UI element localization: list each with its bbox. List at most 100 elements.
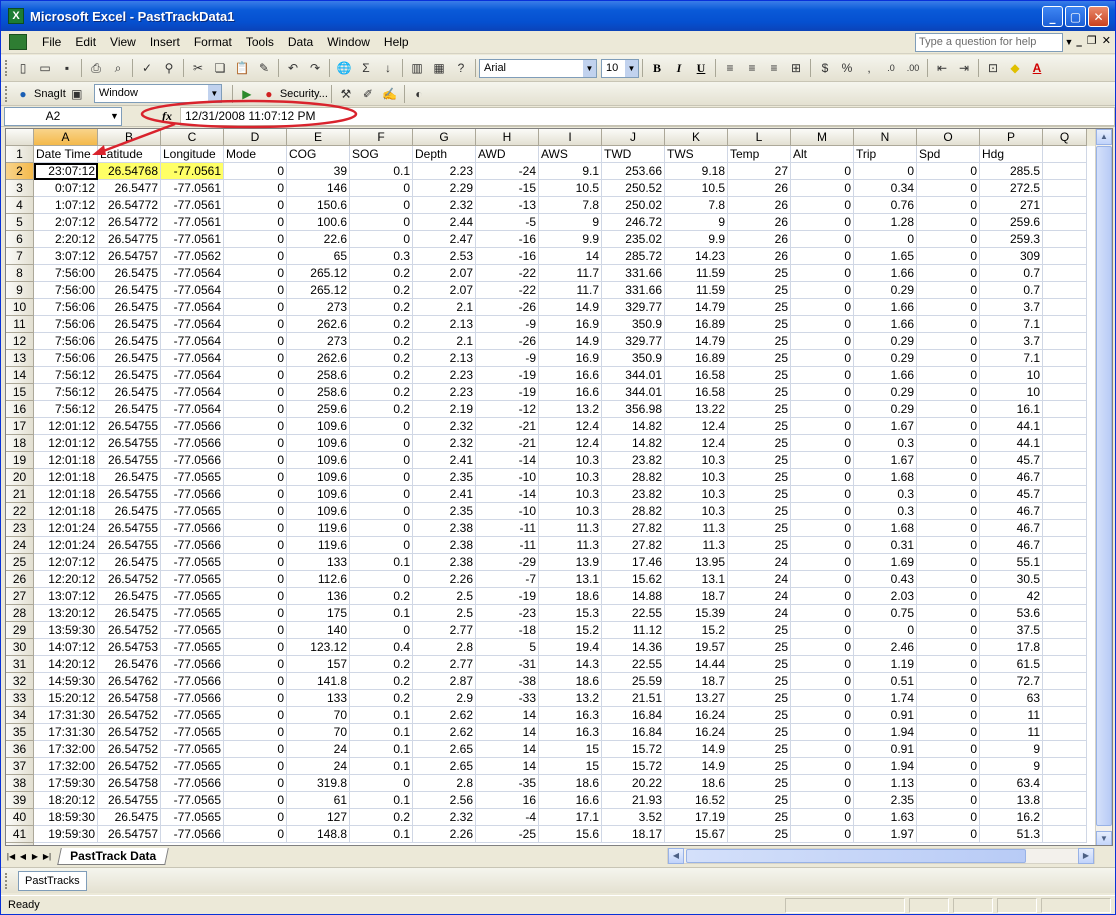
cell[interactable]: 331.66 [602,282,665,299]
cell[interactable]: 26.5475 [98,299,161,316]
cell[interactable]: -77.0566 [161,775,224,792]
cell[interactable]: 20.22 [602,775,665,792]
cell[interactable]: -77.0564 [161,401,224,418]
cell[interactable]: 26.54757 [98,826,161,843]
cell[interactable]: 0 [917,639,980,656]
cell[interactable]: 2.38 [413,554,476,571]
cell[interactable]: 25 [728,758,791,775]
copy-icon[interactable]: ❏ [209,58,231,78]
cell[interactable]: 175 [287,605,350,622]
cell[interactable]: 344.01 [602,384,665,401]
cell[interactable]: 0.1 [350,163,413,180]
cell[interactable]: 26.54755 [98,537,161,554]
cell[interactable]: 0 [791,350,854,367]
cell[interactable]: 14.79 [665,333,728,350]
cell[interactable]: 0 [791,299,854,316]
row-header[interactable]: 24 [6,537,34,554]
cell[interactable]: 25 [728,299,791,316]
cell[interactable]: 9.18 [665,163,728,180]
cell[interactable]: 53.6 [980,605,1043,622]
cell[interactable]: -16 [476,231,539,248]
cell[interactable]: 350.9 [602,316,665,333]
cell[interactable]: 119.6 [287,537,350,554]
cell[interactable]: 0.1 [350,554,413,571]
cell[interactable]: 26 [728,180,791,197]
cell[interactable]: 10.3 [665,503,728,520]
cell[interactable]: 46.7 [980,537,1043,554]
chevron-down-icon[interactable]: ▼ [625,59,638,77]
cell[interactable]: 7:56:06 [34,333,98,350]
cell[interactable]: 0.1 [350,741,413,758]
cell[interactable]: 1.66 [854,367,917,384]
print-preview-icon[interactable]: ⌕ [107,58,129,78]
cell[interactable]: 17.1 [539,809,602,826]
cut-icon[interactable]: ✂ [187,58,209,78]
cell[interactable]: -19 [476,384,539,401]
cell[interactable]: 0 [224,384,287,401]
save-icon[interactable]: ▪ [56,58,78,78]
cell[interactable]: 271 [980,197,1043,214]
cell[interactable]: 27 [728,163,791,180]
vertical-scrollbar[interactable]: ▲ ▼ [1095,129,1112,845]
cell[interactable]: 0.29 [854,282,917,299]
cell[interactable] [1043,452,1087,469]
cell[interactable] [1043,622,1087,639]
cell[interactable]: 0 [917,520,980,537]
cell[interactable]: 0.3 [854,486,917,503]
row-header[interactable]: 6 [6,231,34,248]
cell[interactable] [1043,299,1087,316]
cell[interactable]: 1.66 [854,265,917,282]
cell[interactable]: -19 [476,367,539,384]
cell[interactable]: 63.4 [980,775,1043,792]
row-header[interactable]: 18 [6,435,34,452]
cell[interactable]: 26.5476 [98,656,161,673]
cell[interactable]: -77.0565 [161,469,224,486]
cell[interactable]: 0 [791,282,854,299]
cell[interactable] [1043,571,1087,588]
cell[interactable]: -77.0566 [161,452,224,469]
cell[interactable]: 0 [917,571,980,588]
cell[interactable]: 55.1 [980,554,1043,571]
record-macro-icon[interactable]: ● [258,84,280,104]
cell[interactable]: 25 [728,350,791,367]
cell[interactable]: 0 [854,622,917,639]
cell[interactable]: -77.0561 [161,231,224,248]
cell[interactable]: 2.65 [413,758,476,775]
row-header[interactable]: 27 [6,588,34,605]
cell[interactable]: 0 [224,605,287,622]
cell[interactable]: -77.0565 [161,554,224,571]
cell[interactable]: 7.1 [980,350,1043,367]
cell[interactable]: 0 [917,401,980,418]
cell[interactable]: 7:56:12 [34,367,98,384]
cell[interactable]: 157 [287,656,350,673]
cell[interactable]: 28.82 [602,503,665,520]
cell[interactable]: -77.0565 [161,707,224,724]
cell[interactable]: 13.2 [539,690,602,707]
cell[interactable]: 0 [917,775,980,792]
cell[interactable]: 5 [476,639,539,656]
cell[interactable]: 46.7 [980,520,1043,537]
cell[interactable]: 2.53 [413,248,476,265]
cell[interactable]: 0.2 [350,316,413,333]
cell[interactable]: 0 [917,418,980,435]
cell[interactable]: 26.5475 [98,605,161,622]
column-header-f[interactable]: F [350,129,413,146]
cell[interactable]: 23:07:12 [34,163,98,180]
cell[interactable] [1043,724,1087,741]
cell[interactable]: 15 [539,741,602,758]
cell[interactable]: AWD [476,146,539,163]
cell[interactable]: 2.38 [413,537,476,554]
cell[interactable]: 7:56:06 [34,316,98,333]
cell[interactable]: 10.3 [539,469,602,486]
cell[interactable]: 45.7 [980,452,1043,469]
cell[interactable]: 26 [728,231,791,248]
cell[interactable]: 13.27 [665,690,728,707]
cell[interactable]: 10 [980,367,1043,384]
font-select[interactable]: Arial ▼ [479,58,597,78]
cell[interactable]: 0 [224,435,287,452]
cell[interactable]: -77.0565 [161,622,224,639]
sheet-tab[interactable]: PastTrack Data [57,847,169,865]
cell[interactable]: 0.2 [350,673,413,690]
cell[interactable]: 25 [728,673,791,690]
chevron-down-icon[interactable]: ▼ [207,85,221,102]
